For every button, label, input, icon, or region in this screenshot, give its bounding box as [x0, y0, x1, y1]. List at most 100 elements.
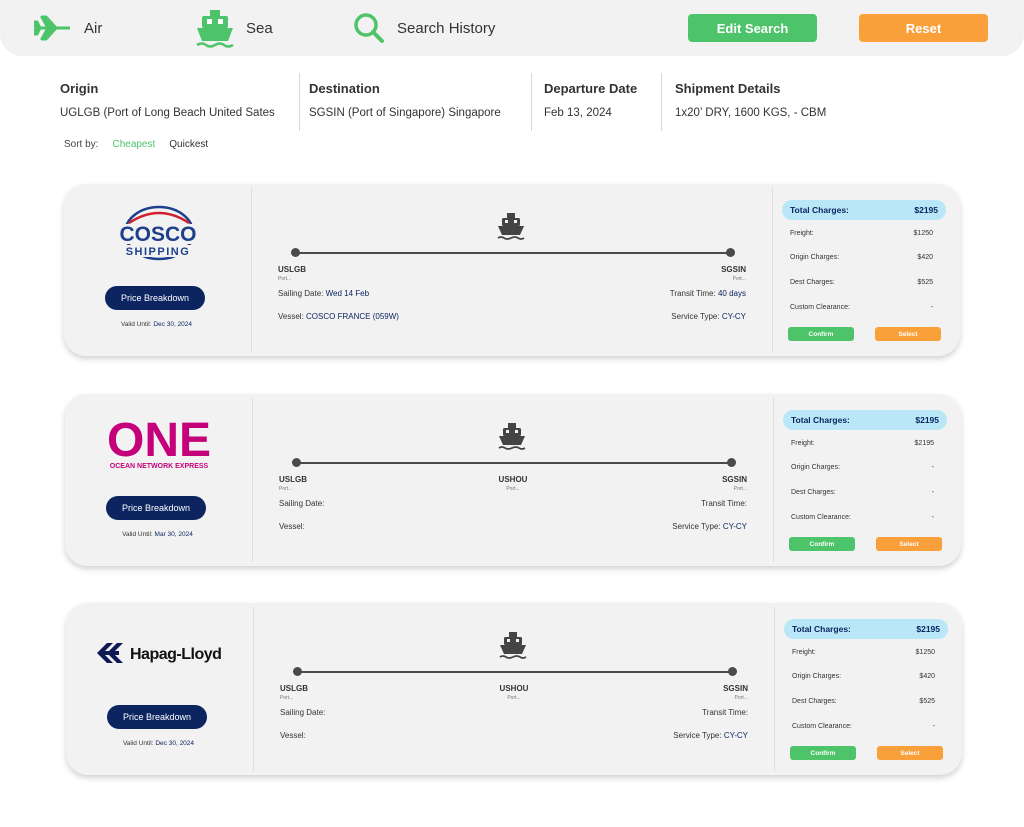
charge-label: Custom Clearance:: [790, 304, 850, 311]
origin-port-sub: Port...: [278, 276, 292, 282]
departure-label: Departure Date: [544, 81, 638, 96]
origin-port-sub: Port...: [280, 695, 294, 701]
total-charges: Total Charges: $2195: [782, 200, 946, 220]
one-logo: ONE OCEAN NETWORK EXPRESS: [106, 414, 210, 470]
route-line: [297, 671, 732, 673]
ship-icon: [196, 10, 234, 48]
nav-air-label: Air: [84, 19, 103, 37]
ship-icon: [498, 423, 526, 450]
price-breakdown-button[interactable]: Price Breakdown: [105, 286, 205, 310]
charge-label: Dest Charges:: [791, 489, 836, 496]
charge-label: Origin Charges:: [790, 254, 840, 261]
price-breakdown-button[interactable]: Price Breakdown: [107, 705, 207, 729]
select-button[interactable]: Select: [876, 537, 942, 551]
charge-label: Custom Clearance:: [791, 514, 851, 521]
vessel: Vessel:: [280, 731, 306, 740]
transit-port-sub: Port...: [507, 695, 521, 701]
transit-time: Transit Time:: [702, 708, 748, 717]
select-button[interactable]: Select: [877, 746, 943, 760]
confirm-button[interactable]: Confirm: [788, 327, 854, 341]
valid-until: Valid Until: Dec 30, 2024: [66, 740, 251, 747]
charge-label: Custom Clearance:: [792, 723, 852, 730]
cosco-logo-text: COSCO: [119, 223, 196, 246]
charge-row: Freight: $1250: [790, 230, 933, 237]
destination-port-code: SGSIN: [722, 475, 747, 484]
total-charges-label: Total Charges:: [791, 415, 850, 425]
sort-quickest[interactable]: Quickest: [169, 139, 208, 150]
charge-label: Dest Charges:: [792, 698, 837, 705]
service-type-value: CY-CY: [722, 522, 747, 531]
sort-label: Sort by:: [64, 139, 99, 150]
reset-button[interactable]: Reset: [859, 14, 988, 42]
carrier-logo-cosco: COSCO SHIPPING: [64, 184, 251, 284]
route-line: [296, 462, 731, 464]
nav-search-history[interactable]: Search History: [353, 8, 495, 48]
transit-port-sub: Port...: [506, 486, 520, 492]
charge-row: Custom Clearance: -: [792, 723, 935, 730]
sailing-date: Sailing Date:: [279, 499, 324, 508]
service-type: Service Type: CY-CY: [671, 312, 746, 321]
charge-label: Origin Charges:: [791, 464, 841, 471]
charge-value: -: [930, 304, 933, 311]
search-icon: [354, 13, 384, 43]
charge-value: -: [931, 514, 934, 521]
nav-sea[interactable]: Sea: [196, 8, 273, 48]
charges-section: Total Charges: $2195 Freight: $1250 Orig…: [773, 184, 960, 356]
charge-value: -: [931, 464, 934, 471]
charge-row: Freight: $1250: [792, 649, 935, 656]
valid-until: Valid Until: Mar 30, 2024: [65, 531, 250, 538]
confirm-button[interactable]: Confirm: [789, 537, 855, 551]
confirm-button[interactable]: Confirm: [790, 746, 856, 760]
departure-value: Feb 13, 2024: [544, 107, 612, 119]
select-button[interactable]: Select: [875, 327, 941, 341]
destination-port-code: SGSIN: [723, 684, 748, 693]
sort-cheapest[interactable]: Cheapest: [112, 139, 155, 150]
destination-dot: [728, 667, 737, 676]
one-logo-subtext: OCEAN NETWORK EXPRESS: [109, 463, 208, 470]
charge-value: -: [931, 489, 934, 496]
nav-search-history-label: Search History: [397, 19, 496, 37]
hapag-lloyd-logo: Hapag-Lloyd: [96, 643, 221, 663]
charge-value: $1250: [913, 230, 933, 237]
charge-row: Dest Charges: -: [791, 489, 934, 496]
charge-label: Dest Charges:: [790, 279, 835, 286]
sailing-date-label: Sailing Date:: [279, 499, 325, 508]
total-charges-value: $2195: [915, 415, 939, 425]
vessel: Vessel:: [279, 522, 305, 531]
charge-value: $2195: [914, 440, 934, 447]
charge-value: -: [932, 723, 935, 730]
destination-label: Destination: [309, 81, 380, 96]
charge-row: Dest Charges: $525: [792, 698, 935, 705]
destination-port: SGSIN Port...: [723, 684, 748, 701]
total-charges-value: $2195: [916, 624, 940, 634]
origin-port-code: USLGB: [280, 684, 308, 693]
one-logo-text: ONE: [106, 414, 210, 467]
transit-time-label: Transit Time:: [701, 499, 747, 508]
charge-row: Origin Charges: -: [791, 464, 934, 471]
destination-port: SGSIN Port...: [722, 475, 747, 492]
route-section: USLGB Port... USHOU Port... SGSIN Port..…: [253, 394, 773, 566]
valid-until-label: Valid Until:: [122, 740, 154, 747]
service-type-label: Service Type:: [672, 522, 721, 531]
vessel: Vessel: COSCO FRANCE (059W): [278, 312, 399, 321]
edit-search-button[interactable]: Edit Search: [688, 14, 817, 42]
nav-air[interactable]: Air: [34, 8, 102, 48]
charge-row: Custom Clearance: -: [791, 514, 934, 521]
service-type-value: CY-CY: [721, 312, 746, 321]
top-nav-bar: Air Sea Search History Edit Search Reset: [0, 0, 1024, 56]
charge-value: $420: [919, 673, 935, 680]
charge-value: $1250: [915, 649, 935, 656]
origin-port: USLGB Port...: [279, 475, 307, 492]
sailing-date: Sailing Date:: [280, 708, 325, 717]
destination-dot: [726, 248, 735, 257]
charge-label: Origin Charges:: [792, 673, 842, 680]
valid-until-date: Dec 30, 2024: [153, 321, 193, 328]
transit-port-code: USHOU: [498, 475, 528, 484]
price-breakdown-button[interactable]: Price Breakdown: [106, 496, 206, 520]
sailing-date-value: Wed 14 Feb: [325, 289, 370, 298]
valid-until-date: Dec 30, 2024: [155, 740, 195, 747]
summary-divider: [299, 73, 300, 131]
summary-divider: [531, 73, 532, 131]
origin-dot: [291, 248, 300, 257]
vessel-value: COSCO FRANCE (059W): [306, 312, 399, 321]
